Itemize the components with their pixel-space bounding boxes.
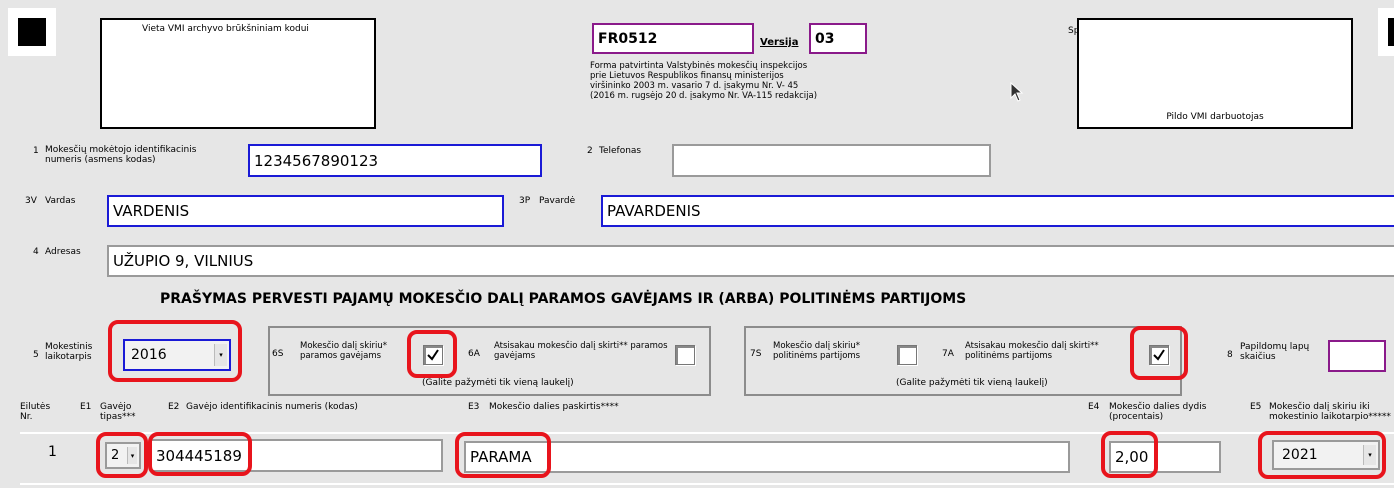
field-4-number: 4 [33, 247, 39, 257]
version-field: 03 [809, 23, 867, 54]
field-2-number: 2 [587, 146, 593, 156]
chevron-down-icon: ▾ [214, 344, 227, 366]
form-code-field: FR0512 [592, 23, 754, 54]
first-name-field[interactable]: VARDENIS [107, 195, 504, 227]
approval-line: viršininko 2003 m. vasario 7 d. įsakymu … [590, 81, 799, 91]
e1-label: Gavėjo tipas*** [100, 402, 136, 422]
address-value: UŽUPIO 9, VILNIUS [113, 252, 254, 270]
approval-line: (2016 m. rugsėjo 20 d. įsakymo Nr. VA-11… [590, 91, 818, 101]
address-field[interactable]: UŽUPIO 9, VILNIUS [107, 245, 1394, 277]
political-parties-group: 7S Mokesčio dalį skiriu* politinėms part… [744, 326, 1182, 396]
field-6s-label: Mokesčio dalį skiriu* paramos gavėjams [300, 341, 387, 361]
percent-highlight [1101, 431, 1158, 478]
field-6a-number: 6A [468, 349, 480, 359]
version-label: Versija [760, 37, 799, 48]
e3-code: E3 [468, 402, 480, 412]
field-5-number: 5 [33, 350, 39, 360]
form-title: PRAŠYMAS PERVESTI PAJAMŲ MOKESČIO DALĮ P… [160, 291, 967, 307]
table-row: 1 2 ▾ 304445189 PARAMA 2,00 2021 ▾ [0, 431, 1394, 482]
barcode-box: Vieta VMI archyvo brūkšniniam kodui [100, 18, 376, 129]
purpose-field[interactable]: PARAMA [464, 441, 1070, 473]
approval-text: Forma patvirtinta Valstybinės mokesčių i… [590, 61, 817, 101]
version-value: 03 [815, 30, 835, 47]
check-6a[interactable] [675, 345, 695, 365]
e5-code: E5 [1250, 402, 1262, 412]
recipient-code-highlight [148, 432, 252, 476]
field-7s-number: 7S [750, 349, 762, 359]
taxpayer-id-value: 1234567890123 [254, 151, 379, 170]
chevron-down-icon: ▾ [1363, 445, 1376, 465]
field-5-label: Mokestinis laikotarpis [45, 342, 93, 362]
e5-label: Mokesčio dalį skiriu iki mokestinio laik… [1269, 402, 1391, 422]
corner-marker-left [8, 8, 56, 56]
checkmark-icon [1153, 349, 1165, 361]
extra-pages-field[interactable] [1328, 340, 1386, 372]
check-7a[interactable] [1149, 345, 1169, 365]
group-6-note: (Galite pažymėti tik vieną laukelį) [422, 378, 574, 388]
tax-period-value: 2016 [131, 347, 167, 363]
first-name-value: VARDENIS [113, 202, 190, 220]
field-2-label: Telefonas [599, 146, 642, 156]
tax-period-select[interactable]: 2016 ▾ [123, 339, 231, 371]
stamp-box: Pildo VMI darbuotojas [1077, 18, 1353, 129]
e4-code: E4 [1088, 402, 1100, 412]
field-1-number: 1 [33, 146, 39, 156]
group-7-note: (Galite pažymėti tik vieną laukelį) [896, 378, 1048, 388]
barcode-label: Vieta VMI archyvo brūkšniniam kodui [142, 24, 309, 34]
field-7a-number: 7A [942, 349, 954, 359]
purpose-highlight [455, 432, 551, 478]
until-year-select[interactable]: 2021 ▾ [1272, 440, 1380, 470]
last-name-value: PAVARDENIS [607, 202, 701, 220]
field-6a-label: Atsisakau mokesčio dalį skirti** paramos… [494, 341, 668, 361]
corner-marker-right [1378, 8, 1394, 56]
table-divider [20, 483, 1394, 485]
recipient-type-value: 2 [111, 448, 120, 463]
field-1-label: Mokesčių mokėtojo identifikacinis numeri… [45, 145, 197, 165]
until-year-value: 2021 [1282, 447, 1318, 463]
support-recipients-group: 6S Mokesčio dalį skiriu* paramos gavėjam… [268, 326, 711, 396]
e3-label: Mokesčio dalies paskirtis**** [489, 402, 619, 412]
field-3v-label: Vardas [45, 196, 76, 206]
field-7a-label: Atsisakau mokesčio dalį skirti** politin… [965, 341, 1099, 361]
phone-field[interactable] [672, 144, 991, 177]
field-8-label: Papildomų lapų skaičius [1240, 342, 1310, 362]
field-6s-number: 6S [272, 349, 284, 359]
chevron-down-icon: ▾ [127, 447, 137, 464]
e2-label: Gavėjo identifikacinis numeris (kodas) [186, 402, 358, 412]
e4-label: Mokesčio dalies dydis (procentais) [1109, 402, 1207, 422]
checkmark-icon [427, 349, 439, 361]
taxpayer-id-field[interactable]: 1234567890123 [248, 144, 542, 177]
field-3v-number: 3V [25, 196, 37, 206]
check-6s[interactable] [423, 345, 443, 365]
recipient-type-select[interactable]: 2 ▾ [105, 442, 141, 469]
field-3p-label: Pavardė [539, 196, 576, 206]
e2-code: E2 [168, 402, 180, 412]
form-code-value: FR0512 [598, 30, 658, 47]
row-number: 1 [48, 444, 57, 460]
e1-code: E1 [80, 402, 92, 412]
stamp-footer: Pildo VMI darbuotojas [1166, 112, 1264, 122]
field-7s-label: Mokesčio dalį skiriu* politinėms partijo… [773, 341, 861, 361]
approval-line: Forma patvirtinta Valstybinės mokesčių i… [590, 61, 808, 71]
field-8-number: 8 [1227, 350, 1233, 360]
field-3p-number: 3P [519, 196, 531, 206]
last-name-field[interactable]: PAVARDENIS [601, 195, 1394, 227]
check-7s[interactable] [897, 345, 917, 365]
field-4-label: Adresas [45, 247, 81, 257]
mouse-cursor-icon [1010, 82, 1024, 102]
approval-line: prie Lietuvos Respublikos finansų minist… [590, 71, 784, 81]
row-number-header: Eilutės Nr. [20, 402, 51, 422]
